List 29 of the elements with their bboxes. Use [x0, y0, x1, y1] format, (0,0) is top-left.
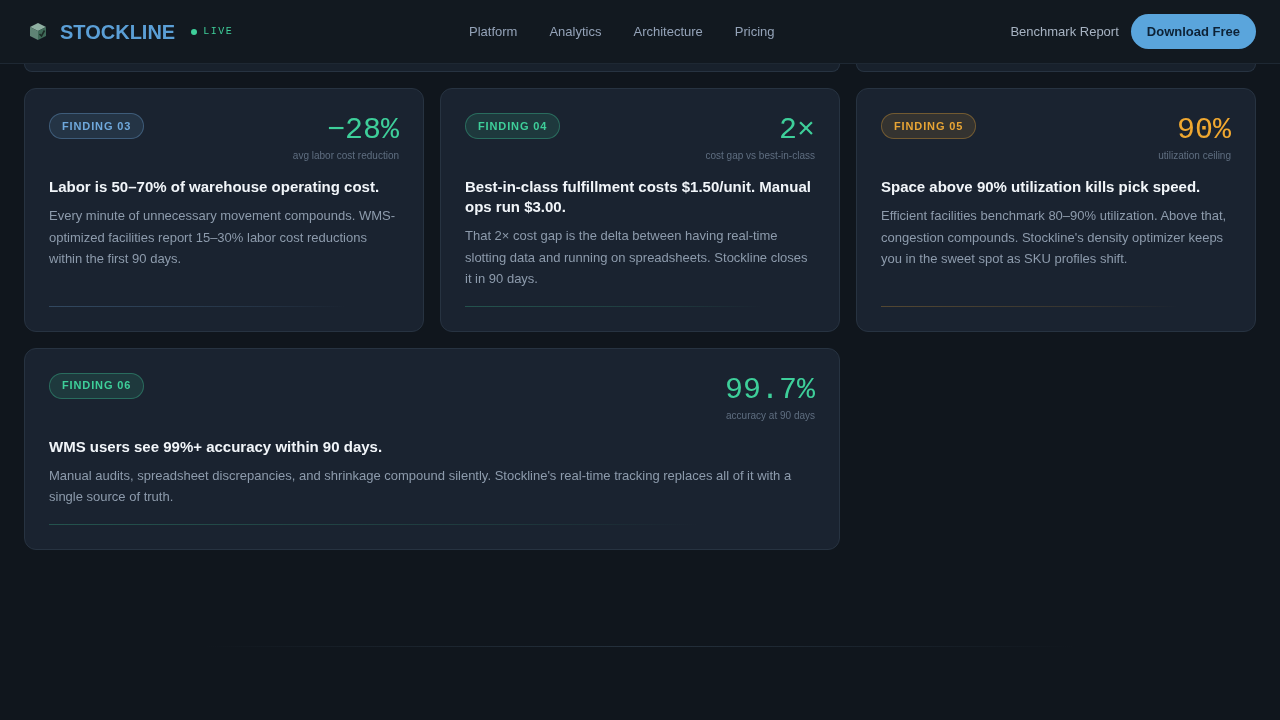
live-status-label: LIVE	[203, 25, 234, 39]
stat-value: −28%	[327, 113, 399, 147]
finding-description: That 2× cost gap is the delta between having real-time slotting data and running on spreadsheets. Stockline closes it in 90 days.	[465, 227, 809, 288]
cube-icon	[30, 23, 46, 40]
stat-value: 90%	[1177, 113, 1231, 147]
stat-label: cost gap vs best-in-class	[705, 149, 815, 163]
stat-value: 2×	[779, 113, 815, 147]
stat-label: avg labor cost reduction	[292, 149, 399, 163]
nav-link[interactable]: Platform	[469, 21, 518, 42]
nav-link[interactable]: Analytics	[549, 21, 602, 42]
finding-description: Every minute of unnecessary movement compounds. WMS-optimized facilities report 15–30% labor cost reductions within the first 90 days.	[49, 207, 397, 268]
finding-description: Efficient facilities benchmark 80–90% utilization. Above that, congestion compounds. Stockline's density optimizer keeps you in the sweet spot as SKU profiles shift.	[881, 207, 1228, 268]
finding-title: WMS users see 99%+ accuracy within 90 days.	[49, 436, 384, 457]
finding-badge: FINDING 04	[465, 113, 561, 139]
brand-logo-text[interactable]: STOCKLINE	[60, 21, 176, 42]
finding-title: Space above 90% utilization kills pick speed.	[881, 177, 1202, 197]
finding-title: Labor is 50–70% of warehouse operating cost.	[49, 177, 381, 197]
nav-link[interactable]: Architecture	[633, 21, 703, 42]
finding-description: Manual audits, spreadsheet discrepancies, and shrinkage compound silently. Stockline's real-time tracking replaces all of it with a single source of truth.	[49, 466, 793, 506]
stat-label: utilization ceiling	[1158, 149, 1231, 163]
download-button[interactable]: Download Free	[1130, 14, 1256, 49]
finding-badge: FINDING 03	[49, 113, 145, 139]
finding-badge: FINDING 06	[49, 372, 145, 399]
stat-label: accuracy at 90 days	[726, 408, 815, 423]
stat-value: 99.7%	[725, 372, 815, 407]
benchmark-report-link[interactable]: Benchmark Report	[1010, 21, 1119, 42]
finding-title: Best-in-class fulfillment costs $1.50/unit. Manual ops run $3.00.	[465, 177, 812, 217]
finding-badge: FINDING 05	[881, 113, 977, 139]
nav-link[interactable]: Pricing	[734, 21, 775, 42]
